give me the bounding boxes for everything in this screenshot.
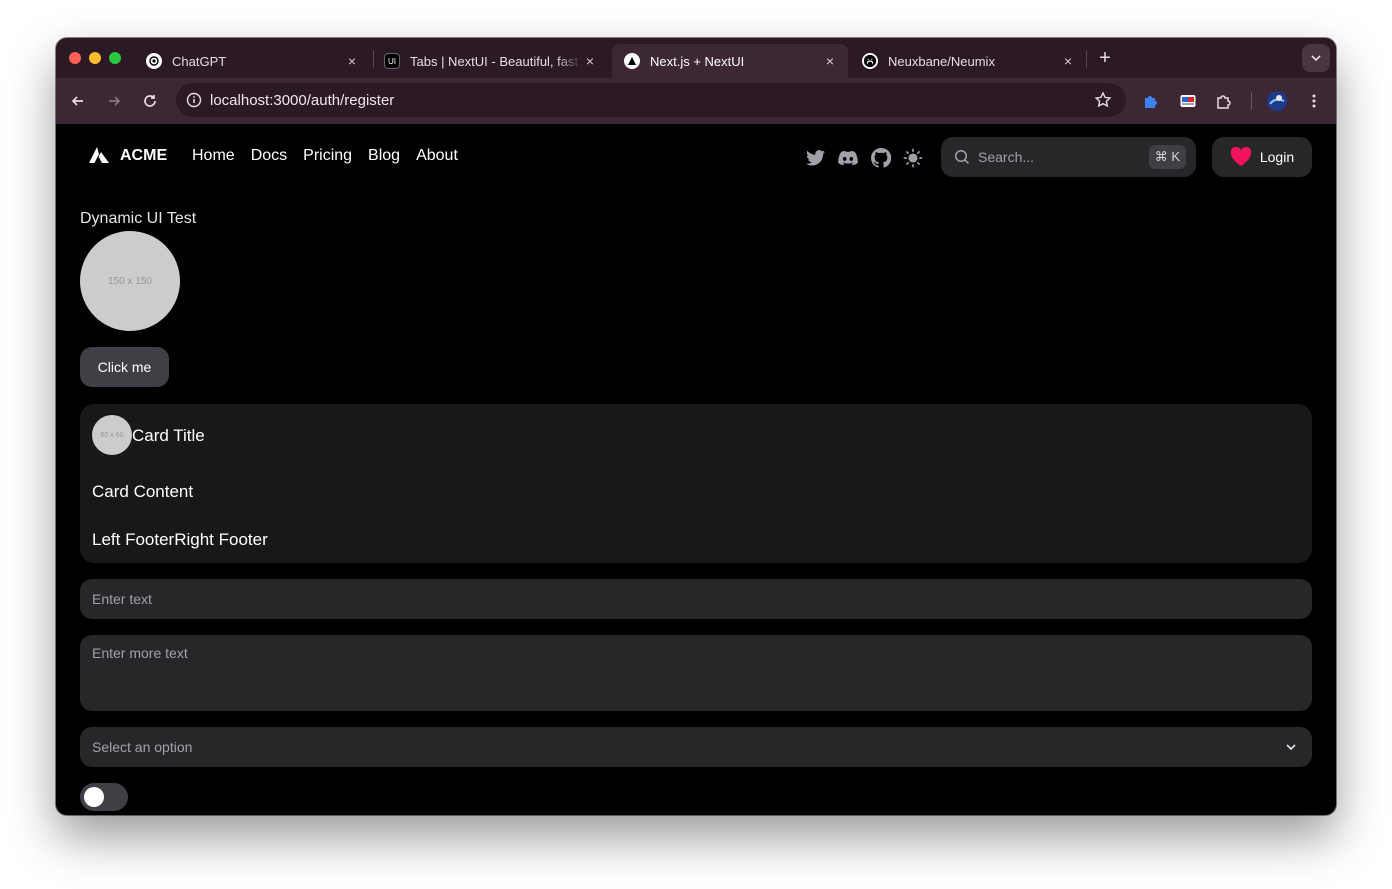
text-input[interactable] bbox=[80, 579, 1312, 619]
nav-link-about[interactable]: About bbox=[416, 147, 458, 165]
maximize-window-button[interactable] bbox=[109, 52, 121, 64]
close-icon[interactable]: × bbox=[822, 53, 838, 69]
arrow-left-icon bbox=[71, 96, 83, 106]
chevron-down-icon bbox=[1311, 55, 1321, 62]
close-icon[interactable]: × bbox=[1060, 53, 1076, 69]
nextui-icon: UI bbox=[384, 53, 400, 69]
toggle-knob bbox=[84, 787, 104, 807]
chatgpt-icon bbox=[146, 53, 162, 69]
site-info-icon[interactable] bbox=[186, 92, 202, 108]
card-footer-right: Right Footer bbox=[174, 530, 268, 549]
minimize-window-button[interactable] bbox=[89, 52, 101, 64]
avatar-placeholder-label: 150 x 150 bbox=[108, 275, 152, 287]
search-placeholder: Search... bbox=[978, 149, 1035, 165]
profile-button[interactable] bbox=[1266, 90, 1288, 112]
arrow-right-icon bbox=[109, 96, 121, 106]
tab-chatgpt[interactable]: ChatGPT × bbox=[134, 44, 370, 78]
github-icon bbox=[871, 148, 891, 168]
nav-link-pricing[interactable]: Pricing bbox=[303, 147, 352, 165]
close-window-button[interactable] bbox=[69, 52, 81, 64]
extension-button[interactable] bbox=[1177, 90, 1199, 112]
page-title: Dynamic UI Test bbox=[80, 210, 197, 227]
card-content: Card Content bbox=[92, 482, 194, 501]
toggle-switch[interactable] bbox=[80, 783, 128, 811]
browser-menu-button[interactable] bbox=[1303, 90, 1325, 112]
more-vertical-icon bbox=[1312, 94, 1316, 108]
card-avatar: 60 x 60 bbox=[92, 415, 132, 455]
github-link[interactable] bbox=[871, 148, 891, 168]
brand-logo[interactable]: ACME bbox=[88, 146, 167, 166]
tab-title: Neuxbane/Neumix bbox=[888, 53, 995, 69]
reload-button[interactable] bbox=[139, 90, 161, 112]
tab-title: Next.js + NextUI bbox=[650, 53, 745, 69]
login-button[interactable]: Login bbox=[1212, 137, 1312, 177]
nav-link-home[interactable]: Home bbox=[192, 147, 235, 165]
textarea[interactable] bbox=[80, 635, 1312, 711]
extensions-menu-button[interactable] bbox=[1213, 90, 1235, 112]
bookmark-star-icon[interactable] bbox=[1094, 91, 1112, 109]
nav-link-docs[interactable]: Docs bbox=[251, 147, 287, 165]
new-tab-button[interactable]: + bbox=[1094, 47, 1116, 69]
search-input[interactable]: Search... ⌘ K bbox=[941, 137, 1196, 177]
profile-avatar-icon bbox=[1267, 91, 1287, 111]
forward-button[interactable] bbox=[103, 90, 125, 112]
heart-icon bbox=[1230, 147, 1252, 166]
tab-nextjs-nextui[interactable]: Next.js + NextUI × bbox=[612, 44, 848, 78]
select-placeholder: Select an option bbox=[92, 739, 193, 755]
twitter-icon bbox=[806, 150, 825, 166]
puzzle-filled-icon bbox=[1145, 96, 1157, 108]
extension-card-icon bbox=[1180, 95, 1196, 107]
card-footer-left: Left Footer bbox=[92, 530, 175, 549]
tab-nextui[interactable]: UI Tabs | NextUI - Beautiful, fast × bbox=[372, 44, 608, 78]
search-icon bbox=[954, 149, 970, 165]
chevron-down-icon bbox=[1286, 744, 1296, 751]
puzzle-icon bbox=[1217, 95, 1231, 109]
tab-search-button[interactable] bbox=[1302, 44, 1330, 72]
extension-pin-button[interactable] bbox=[1140, 90, 1162, 112]
tab-title: ChatGPT bbox=[172, 53, 227, 69]
login-label: Login bbox=[1259, 149, 1295, 165]
back-button[interactable] bbox=[67, 90, 89, 112]
page-content: ACME Home Docs Pricing Blog About Search… bbox=[56, 124, 1336, 815]
close-icon[interactable]: × bbox=[582, 53, 598, 69]
theme-toggle[interactable] bbox=[903, 148, 923, 168]
address-bar[interactable]: localhost:3000/auth/register bbox=[176, 83, 1126, 117]
tab-github[interactable]: Neuxbane/Neumix × bbox=[850, 44, 1086, 78]
browser-toolbar: localhost:3000/auth/register bbox=[56, 78, 1336, 124]
browser-window: ChatGPT × UI Tabs | NextUI - Beautiful, … bbox=[56, 38, 1336, 815]
nextjs-icon bbox=[624, 53, 640, 69]
card-footer: Left FooterRight Footer bbox=[92, 530, 268, 550]
toolbar-divider bbox=[1251, 92, 1252, 110]
url-text: localhost:3000/auth/register bbox=[210, 91, 395, 109]
tab-divider bbox=[1086, 50, 1087, 68]
select-dropdown[interactable]: Select an option bbox=[80, 727, 1312, 767]
card: 60 x 60 Card Title Card Content Left Foo… bbox=[80, 404, 1312, 563]
acme-logo-icon bbox=[89, 147, 109, 163]
github-icon bbox=[862, 53, 878, 69]
tab-title: Tabs | NextUI - Beautiful, fast bbox=[410, 53, 579, 69]
discord-icon bbox=[838, 150, 858, 166]
main-nav: Home Docs Pricing Blog About bbox=[192, 147, 458, 165]
click-me-button[interactable]: Click me bbox=[80, 347, 169, 387]
card-title: Card Title bbox=[132, 426, 205, 445]
reload-icon bbox=[144, 95, 156, 107]
search-shortcut-badge: ⌘ K bbox=[1148, 145, 1186, 169]
sun-icon bbox=[903, 148, 923, 168]
tab-strip: ChatGPT × UI Tabs | NextUI - Beautiful, … bbox=[56, 38, 1336, 78]
brand-name: ACME bbox=[120, 147, 168, 164]
avatar: 150 x 150 bbox=[80, 231, 180, 331]
card-avatar-placeholder-label: 60 x 60 bbox=[100, 431, 124, 439]
discord-link[interactable] bbox=[838, 148, 858, 168]
nav-link-blog[interactable]: Blog bbox=[368, 147, 400, 165]
close-icon[interactable]: × bbox=[344, 53, 360, 69]
twitter-link[interactable] bbox=[806, 148, 826, 168]
